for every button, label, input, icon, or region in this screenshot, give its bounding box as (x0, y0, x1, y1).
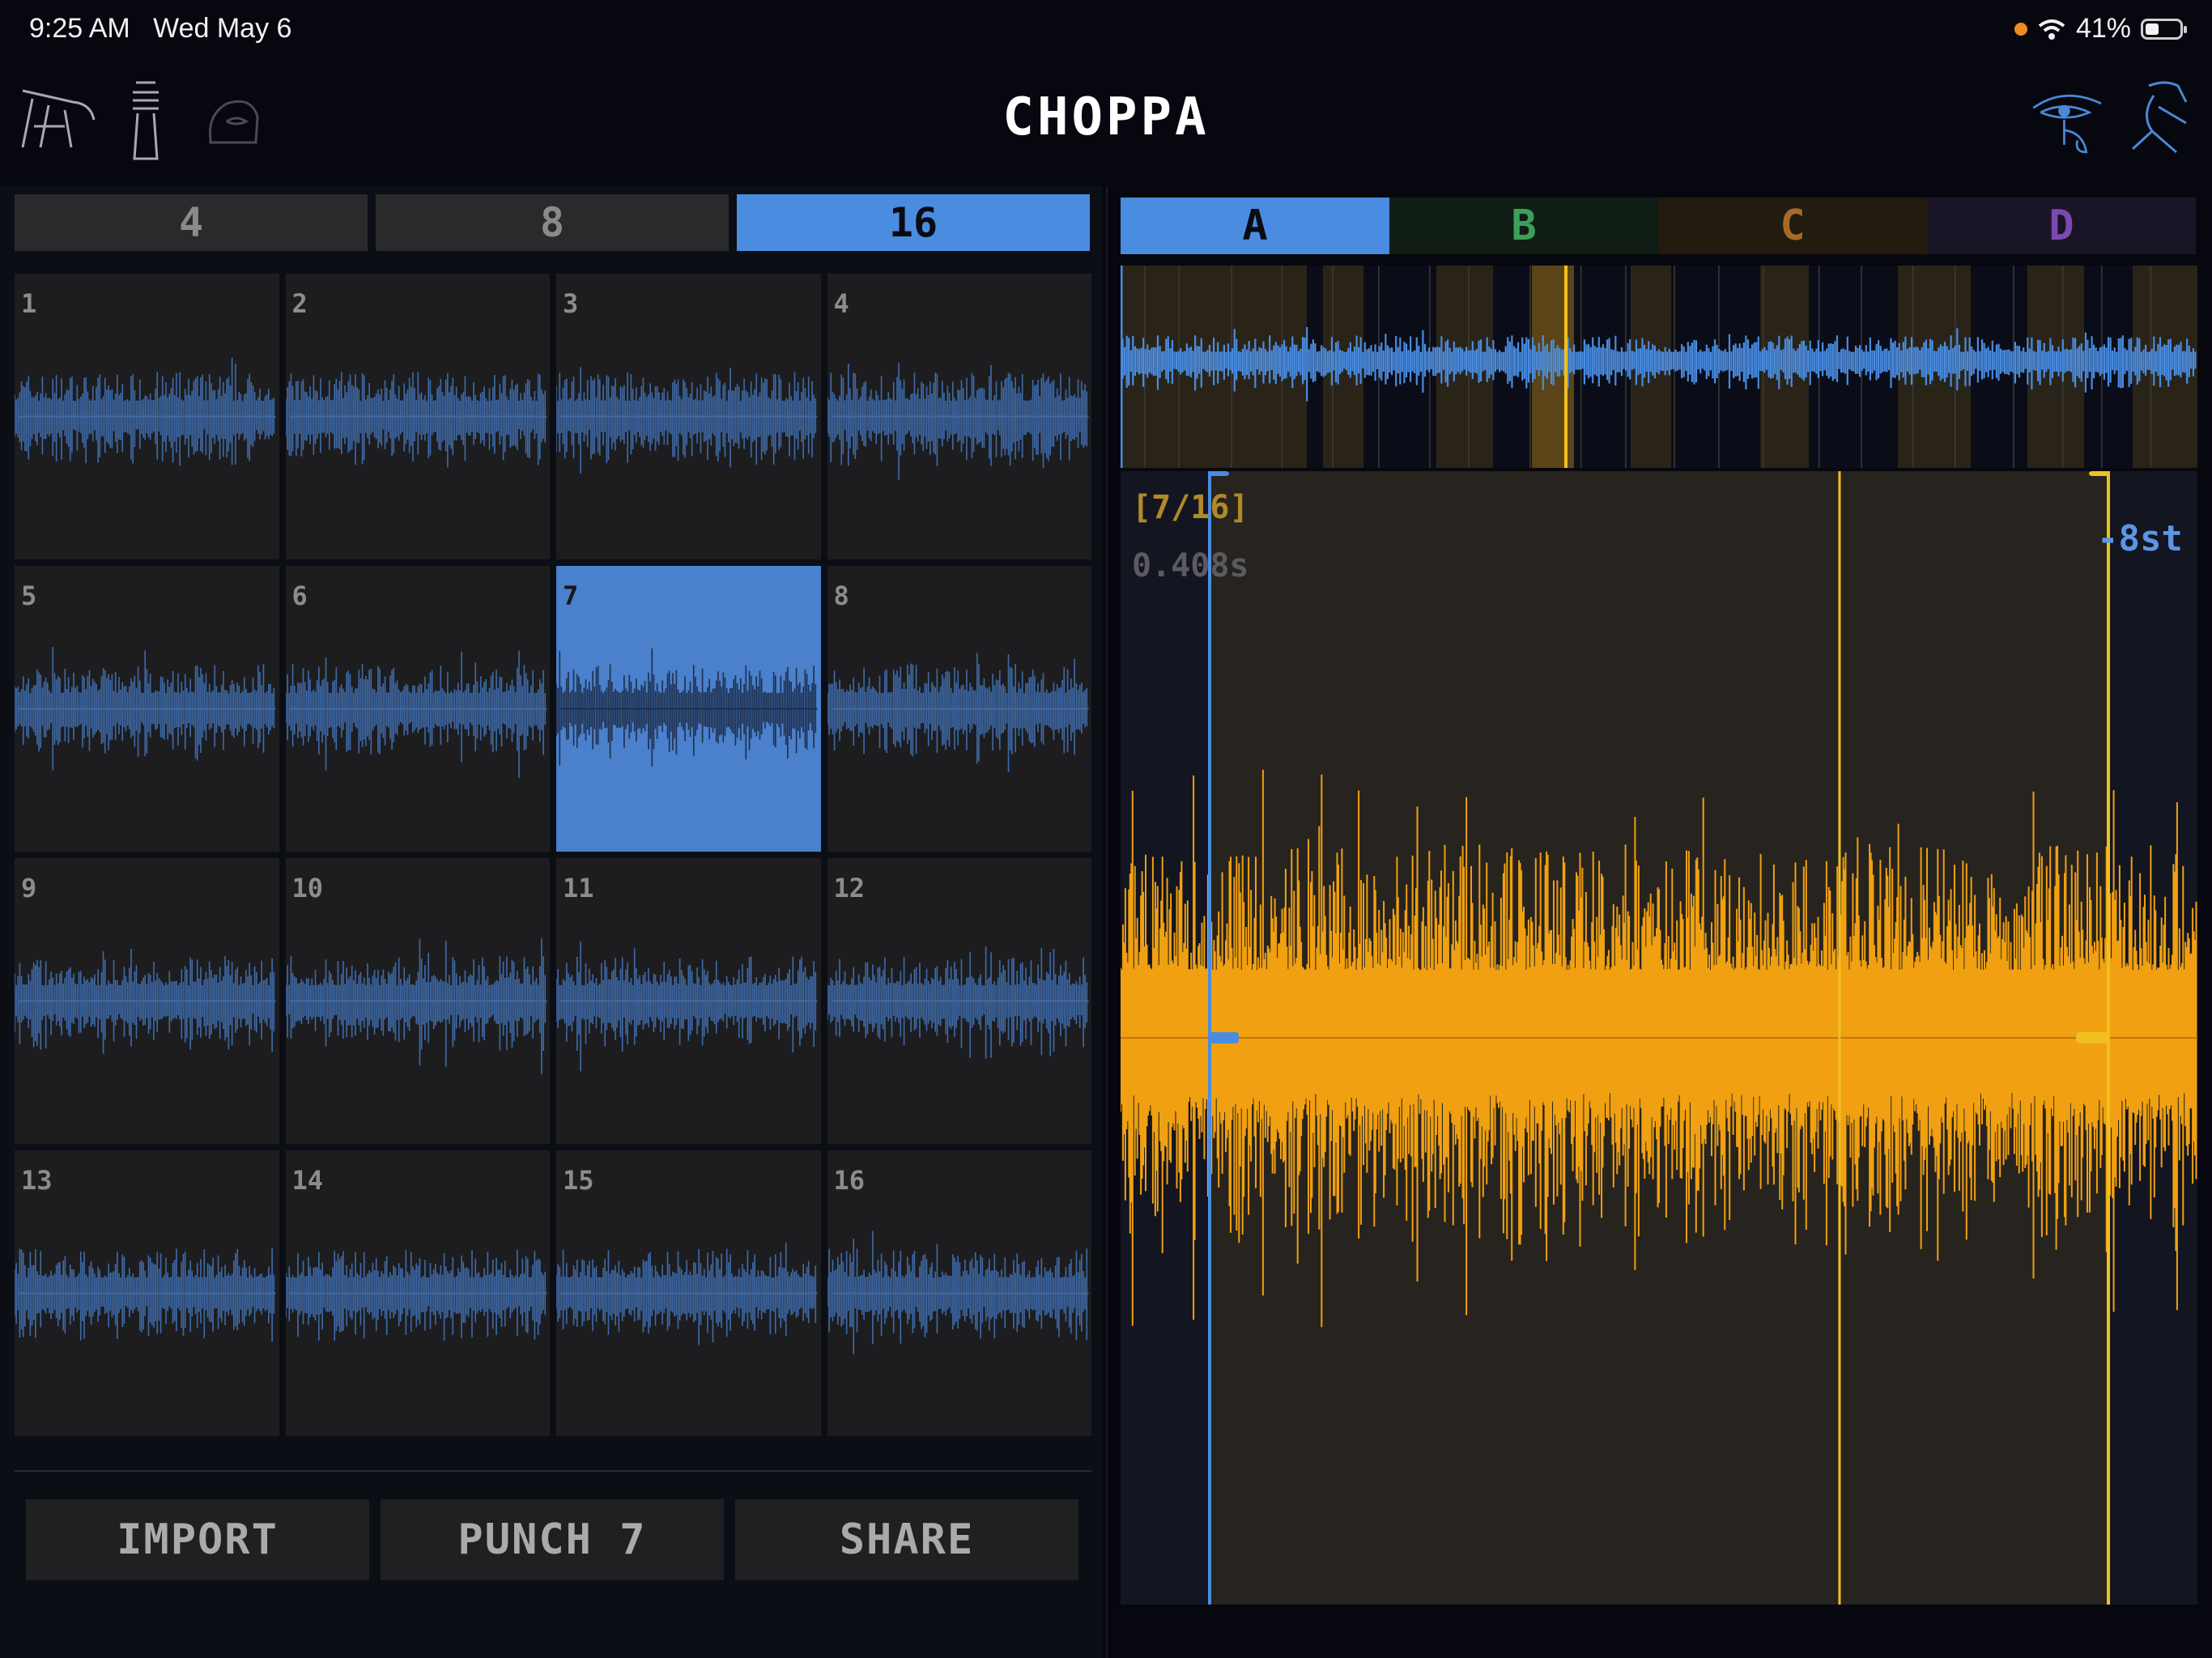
punch-button[interactable]: PUNCH 7 (381, 1499, 724, 1580)
waveform-path (285, 937, 546, 1074)
slice-index-label: [7/16] (1132, 489, 1249, 526)
pad-number: 1 (21, 288, 37, 319)
sample-overview[interactable] (1121, 266, 2197, 468)
import-button[interactable]: IMPORT (26, 1499, 369, 1580)
pad-16[interactable]: 16 (827, 1150, 1091, 1436)
waveform-path (556, 942, 817, 1072)
ibis-figure-icon[interactable] (2116, 74, 2197, 164)
divider (15, 1470, 1091, 1472)
bank-tab-d[interactable]: D (1927, 198, 2196, 254)
pad-number: 16 (833, 1165, 866, 1196)
pad-waveform (285, 937, 547, 1074)
pad-waveform (827, 946, 1088, 1059)
pad-number: 7 (563, 580, 579, 611)
pad-waveform (285, 650, 547, 778)
pitch-label[interactable]: -8st (2097, 518, 2183, 559)
eye-of-horus-icon[interactable] (2027, 74, 2108, 164)
bank-tab-b[interactable]: B (1389, 198, 1658, 254)
pad-waveform (15, 647, 276, 771)
status-right: 41% (2014, 13, 2187, 45)
pad-5[interactable]: 5 (15, 566, 279, 852)
pad-number: 2 (291, 288, 308, 319)
slice-mode-16[interactable]: 16 (737, 194, 1090, 251)
battery-icon (2141, 18, 2187, 40)
pad-waveform (556, 942, 818, 1072)
pad-waveform (827, 1231, 1088, 1354)
pad-waveform (556, 1242, 818, 1346)
waveform-path (285, 650, 546, 778)
pad-waveform (15, 357, 276, 466)
pad-9[interactable]: 9 (15, 858, 279, 1144)
waveform-path (15, 1248, 275, 1342)
pad-number: 3 (563, 288, 579, 319)
pad-waveform (15, 1248, 276, 1342)
pad-6[interactable]: 6 (285, 566, 550, 852)
pad-waveform (827, 653, 1088, 772)
waveform-path (556, 367, 817, 474)
pad-10[interactable]: 10 (285, 858, 550, 1144)
slice-mode-4[interactable]: 4 (15, 194, 368, 251)
pad-number: 15 (563, 1165, 594, 1196)
pad-waveform (827, 363, 1088, 480)
pad-number: 11 (563, 873, 594, 903)
waveform-path (556, 648, 817, 767)
slice-mode-8[interactable]: 8 (376, 194, 729, 251)
pad-12[interactable]: 12 (827, 858, 1091, 1144)
pad-11[interactable]: 11 (556, 858, 821, 1144)
wifi-icon (2038, 19, 2065, 40)
hidden-face-icon[interactable] (194, 74, 275, 164)
pad-15[interactable]: 15 (556, 1150, 821, 1436)
pad-number: 13 (21, 1165, 53, 1196)
pad-4[interactable]: 4 (827, 274, 1091, 559)
pad-14[interactable]: 14 (285, 1150, 550, 1436)
start-drag-handle[interactable] (1210, 1032, 1239, 1044)
pad-number: 10 (291, 873, 324, 903)
end-drag-handle[interactable] (2076, 1032, 2108, 1044)
slice-editor[interactable] (1121, 471, 2197, 1605)
status-time: 9:25 AM Wed May 6 (29, 13, 291, 45)
pad-2[interactable]: 2 (285, 274, 550, 559)
bank-tab-c[interactable]: C (1658, 198, 1927, 254)
pad-waveform (285, 372, 547, 468)
waveform-path (285, 1249, 546, 1341)
end-top-handle[interactable] (2089, 471, 2110, 476)
orange-dot-indicator (2014, 22, 2027, 36)
pad-grid: 1 2 3 4 5 6 7 8 9 10 11 12 13 14 15 16 (15, 274, 1091, 1436)
overview-waveform (1121, 266, 2197, 468)
pad-waveform (285, 1249, 547, 1341)
pad-8[interactable]: 8 (827, 566, 1091, 852)
waveform-path (827, 363, 1087, 480)
pad-waveform (15, 949, 276, 1054)
pad-number: 6 (291, 580, 308, 611)
pad-1[interactable]: 1 (15, 274, 279, 559)
battery-percent: 41% (2075, 13, 2131, 44)
pad-number: 5 (21, 580, 37, 611)
waveform-path (827, 653, 1087, 772)
pad-number: 14 (291, 1165, 324, 1196)
waveform-path (827, 946, 1087, 1059)
pad-number: 8 (833, 580, 849, 611)
slice-waveform (1121, 471, 2197, 1605)
status-clock: 9:25 AM (29, 13, 130, 44)
pad-number: 4 (833, 288, 849, 319)
tripod-tool-icon[interactable] (16, 74, 97, 164)
panel-divider (1106, 186, 1108, 1658)
slice-duration-label: 0.408s (1132, 547, 1249, 585)
share-button[interactable]: SHARE (735, 1499, 1078, 1580)
waveform-path (285, 372, 546, 468)
pad-waveform (556, 367, 818, 474)
pad-number: 9 (21, 873, 37, 903)
pad-3[interactable]: 3 (556, 274, 821, 559)
pad-13[interactable]: 13 (15, 1150, 279, 1436)
djed-pillar-icon[interactable] (105, 74, 186, 164)
pad-7[interactable]: 7 (556, 566, 821, 852)
pad-waveform (556, 648, 818, 767)
status-date: Wed May 6 (153, 13, 292, 44)
app-title: CHOPPA (1002, 87, 1210, 147)
start-top-handle[interactable] (1210, 471, 1229, 476)
pad-number: 12 (833, 873, 866, 903)
waveform-path (15, 357, 275, 466)
bank-tab-a[interactable]: A (1121, 198, 1389, 254)
